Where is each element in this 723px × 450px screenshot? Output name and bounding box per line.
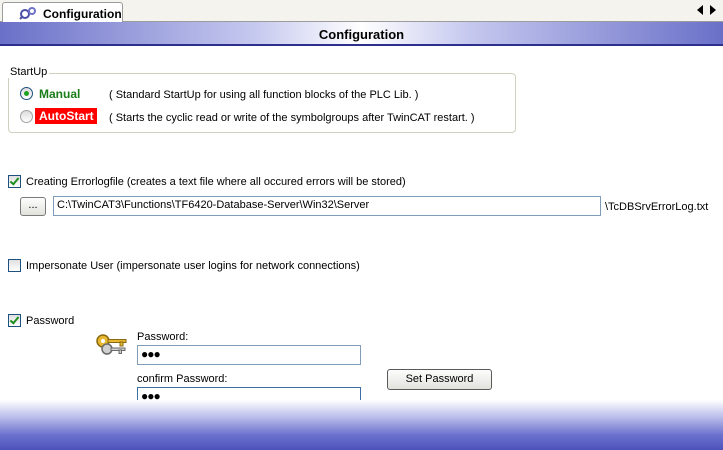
manual-label[interactable]: Manual bbox=[39, 87, 80, 101]
autostart-description: ( Starts the cyclic read or write of the… bbox=[109, 112, 475, 124]
confirm-password-label: confirm Password: bbox=[137, 373, 228, 385]
tab-configuration[interactable]: Configuration bbox=[2, 2, 123, 23]
tab-strip: Configuration bbox=[0, 0, 723, 23]
password-checkbox-label: Password bbox=[26, 315, 75, 327]
footer-band bbox=[0, 400, 723, 450]
errorlog-path-input[interactable]: C:\TwinCAT3\Functions\TF6420-Database-Se… bbox=[53, 196, 601, 216]
startup-legend: StartUp bbox=[8, 66, 50, 78]
errorlog-label: Creating Errorlogfile (creates a text fi… bbox=[26, 176, 406, 188]
startup-group bbox=[8, 73, 516, 133]
autostart-radio[interactable] bbox=[20, 110, 33, 123]
password-input[interactable]: ●●● bbox=[137, 345, 361, 365]
errorlog-filename: \TcDBSrvErrorLog.txt bbox=[605, 201, 709, 213]
autostart-label[interactable]: AutoStart bbox=[35, 108, 97, 124]
impersonate-checkbox[interactable] bbox=[8, 259, 21, 272]
key-icon bbox=[96, 334, 127, 355]
password-checkbox[interactable] bbox=[8, 314, 21, 327]
page-title: Configuration bbox=[318, 27, 405, 42]
errorlog-checkbox[interactable] bbox=[8, 175, 21, 188]
password-label: Password: bbox=[137, 331, 189, 343]
impersonate-label: Impersonate User (impersonate user login… bbox=[26, 260, 360, 272]
manual-radio[interactable] bbox=[20, 87, 33, 100]
tab-scroll-right-icon[interactable] bbox=[710, 5, 716, 15]
radio-selected-dot bbox=[24, 91, 29, 96]
tab-label: Configuration bbox=[43, 7, 122, 21]
set-password-button[interactable]: Set Password bbox=[387, 369, 492, 390]
page-header: Configuration bbox=[0, 22, 723, 46]
check-icon bbox=[9, 314, 20, 325]
manual-description: ( Standard StartUp for using all functio… bbox=[109, 89, 419, 101]
gear-icon bbox=[19, 7, 36, 20]
tab-scroll-left-icon[interactable] bbox=[697, 5, 703, 15]
browse-button[interactable]: ... bbox=[20, 197, 46, 216]
check-icon bbox=[9, 175, 20, 186]
